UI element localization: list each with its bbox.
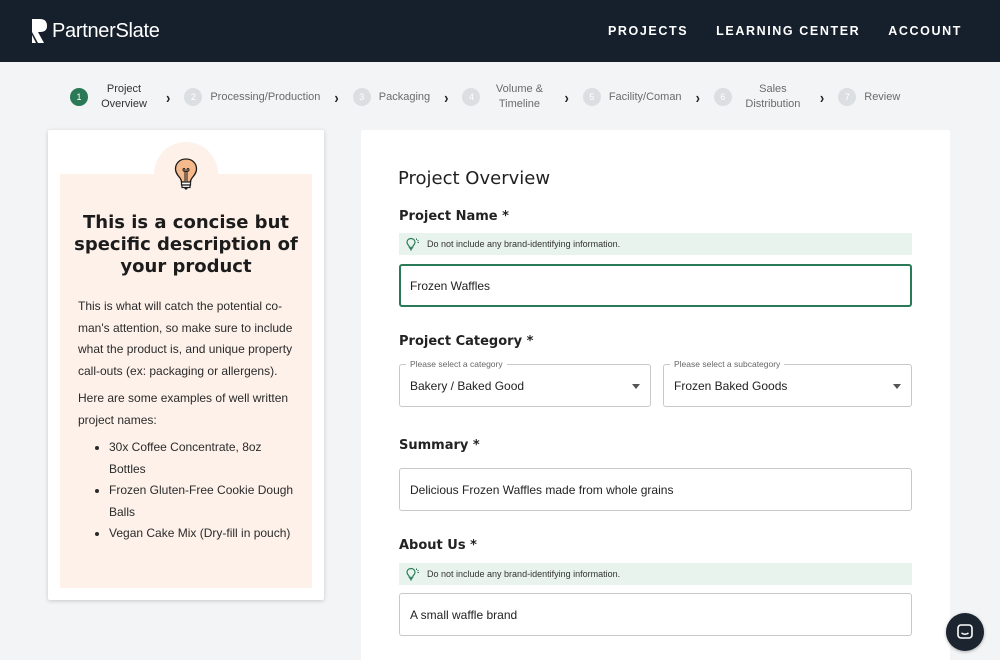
progress-stepper: 1 Project Overview › 2 Processing/Produc… (70, 80, 950, 114)
chevron-right-icon: › (334, 88, 339, 106)
tip-card: This is a concise but specific descripti… (48, 130, 324, 600)
category-select[interactable]: Please select a category Bakery / Baked … (399, 359, 651, 407)
step-number: 5 (582, 88, 601, 106)
step-review[interactable]: 7 Review (838, 88, 900, 106)
form-title: Project Overview (398, 168, 551, 189)
tip-body: This is what will catch the potential co… (78, 296, 300, 545)
chevron-right-icon: › (819, 88, 825, 106)
step-number: 2 (184, 88, 203, 106)
step-processing-production[interactable]: 2 Processing/Production (184, 88, 320, 106)
step-label: Project Overview (101, 83, 147, 110)
caret-down-icon (632, 384, 640, 389)
project-name-input[interactable] (399, 264, 912, 307)
project-category-label: Project Category * (399, 334, 534, 349)
step-number: 3 (352, 88, 371, 106)
lightbulb-hint-icon (406, 567, 419, 581)
subcategory-select[interactable]: Please select a subcategory Frozen Baked… (663, 359, 912, 407)
summary-input[interactable] (399, 468, 912, 511)
step-facility-coman[interactable]: 5 Facility/Coman (582, 88, 682, 106)
step-label: Volume & Timeline (495, 83, 544, 110)
brand-name: PartnerSlate (52, 19, 160, 42)
nav-links: PROJECTS LEARNING CENTER ACCOUNT (608, 24, 970, 38)
step-label: Sales Distribution (745, 83, 801, 110)
hint-text: Do not include any brand-identifying inf… (427, 239, 621, 249)
chat-button[interactable] (946, 613, 984, 651)
lightbulb-badge (154, 142, 218, 206)
tip-title: This is a concise but specific descripti… (74, 212, 298, 277)
hint-text: Do not include any brand-identifying inf… (427, 569, 621, 579)
list-item: Vegan Cake Mix (Dry-fill in pouch) (109, 523, 300, 545)
step-label: Packaging (378, 90, 431, 103)
subcategory-select-value: Frozen Baked Goods (674, 379, 788, 393)
tip-paragraph: Here are some examples of well written p… (78, 391, 289, 427)
step-number: 4 (462, 88, 481, 106)
chevron-right-icon: › (444, 88, 449, 106)
list-item: Frozen Gluten-Free Cookie Dough Balls (109, 480, 300, 523)
step-project-overview[interactable]: 1 Project Overview (70, 82, 152, 112)
chevron-right-icon: › (166, 88, 171, 106)
step-label: Review (864, 90, 901, 103)
step-number: 1 (70, 88, 88, 106)
step-sales-distribution[interactable]: 6 Sales Distribution (713, 82, 806, 112)
lightbulb-icon (174, 158, 198, 190)
step-number: 6 (713, 88, 732, 106)
nav-projects[interactable]: PROJECTS (608, 24, 688, 38)
subcategory-select-legend: Please select a subcategory (670, 359, 785, 369)
about-us-label: About Us * (399, 538, 477, 553)
form-panel: Project Overview Project Name * Do not i… (361, 130, 950, 660)
step-label: Facility/Coman (608, 90, 682, 103)
brand-logo[interactable]: PartnerSlate (30, 18, 160, 44)
tip-paragraph: This is what will catch the potential co… (78, 299, 293, 378)
list-item: 30x Coffee Concentrate, 8oz Bottles (109, 437, 300, 480)
step-volume-timeline[interactable]: 4 Volume & Timeline (462, 82, 550, 112)
chevron-right-icon: › (564, 88, 569, 106)
tip-examples-list: 30x Coffee Concentrate, 8oz Bottles Froz… (78, 437, 300, 545)
nav-learning-center[interactable]: LEARNING CENTER (716, 24, 860, 38)
partnerslate-logo-icon (32, 19, 47, 43)
step-label: Processing/Production (210, 90, 321, 103)
nav-account[interactable]: ACCOUNT (888, 24, 962, 38)
top-nav: PartnerSlate PROJECTS LEARNING CENTER AC… (0, 0, 1000, 62)
project-name-label: Project Name * (399, 209, 509, 224)
chevron-right-icon: › (695, 88, 700, 106)
category-select-value: Bakery / Baked Good (410, 379, 525, 393)
chat-icon (957, 624, 973, 639)
caret-down-icon (893, 384, 901, 389)
category-select-legend: Please select a category (406, 359, 507, 369)
step-packaging[interactable]: 3 Packaging (352, 88, 431, 106)
project-name-hint: Do not include any brand-identifying inf… (399, 233, 912, 255)
summary-label: Summary * (399, 438, 480, 453)
about-us-input[interactable] (399, 593, 912, 636)
lightbulb-hint-icon (406, 237, 419, 251)
about-us-hint: Do not include any brand-identifying inf… (399, 563, 912, 585)
step-number: 7 (838, 88, 857, 106)
